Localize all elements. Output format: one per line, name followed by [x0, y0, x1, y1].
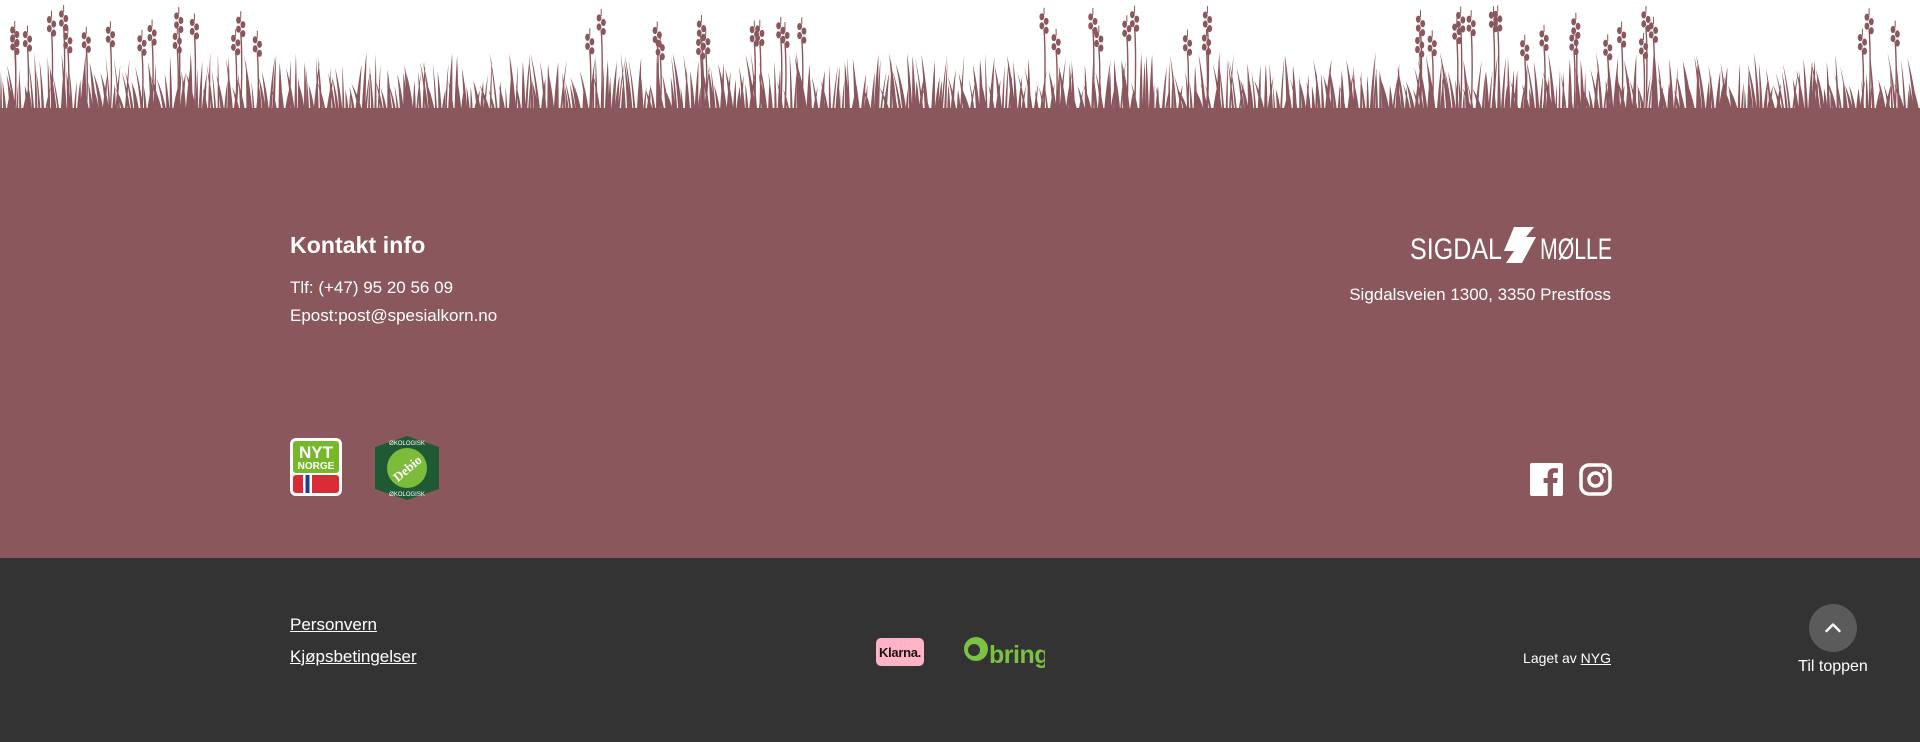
sigdal-s-mark-icon — [1504, 227, 1536, 263]
contact-phone: Tlf: (+47) 95 20 56 09 — [290, 278, 454, 297]
main-footer: Kontakt info Tlf: (+47) 95 20 56 09 Epos… — [0, 108, 1920, 558]
svg-text:bring: bring — [989, 641, 1045, 668]
svg-text:ØKOLOGISK: ØKOLOGISK — [389, 441, 425, 447]
privacy-link[interactable]: Personvern — [290, 615, 377, 635]
made-by-prefix: Laget av — [1523, 650, 1577, 666]
back-to-top-label[interactable]: Til toppen — [1783, 658, 1883, 676]
nyt-norge-badge: NYT NORGE — [290, 438, 342, 496]
bottom-bar: Personvern Kjøpsbetingelser Klarna. brin… — [0, 558, 1920, 742]
klarna-logo: Klarna. — [876, 638, 924, 666]
instagram-icon[interactable] — [1579, 463, 1612, 496]
debio-organic-badge: Debio ØKOLOGISK ØKOLOGISK — [375, 436, 439, 500]
svg-text:NORGE: NORGE — [298, 461, 335, 472]
facebook-icon[interactable] — [1530, 463, 1563, 496]
nyg-link[interactable]: NYG — [1581, 650, 1611, 666]
svg-text:NYT: NYT — [299, 443, 334, 462]
svg-text:ØKOLOGISK: ØKOLOGISK — [389, 492, 425, 498]
chevron-up-icon — [1825, 623, 1841, 633]
contact-email: Epost:post@spesialkorn.no — [290, 306, 498, 325]
grass-border-decoration — [0, 5, 1920, 112]
svg-text:MØLLE: MØLLE — [1540, 233, 1612, 265]
back-to-top-button[interactable] — [1809, 604, 1857, 652]
contact-heading: Kontakt info — [290, 232, 426, 258]
company-address: Sigdalsveien 1300, 3350 Prestfoss — [1349, 285, 1611, 304]
made-by-credit: Laget av NYG — [1523, 650, 1611, 666]
bring-logo: bring — [964, 637, 1045, 668]
svg-text:SIGDAL: SIGDAL — [1410, 233, 1502, 265]
purchase-terms-link[interactable]: Kjøpsbetingelser — [290, 647, 417, 667]
sigdal-molle-logo: SIGDAL MØLLE — [1410, 227, 1612, 265]
